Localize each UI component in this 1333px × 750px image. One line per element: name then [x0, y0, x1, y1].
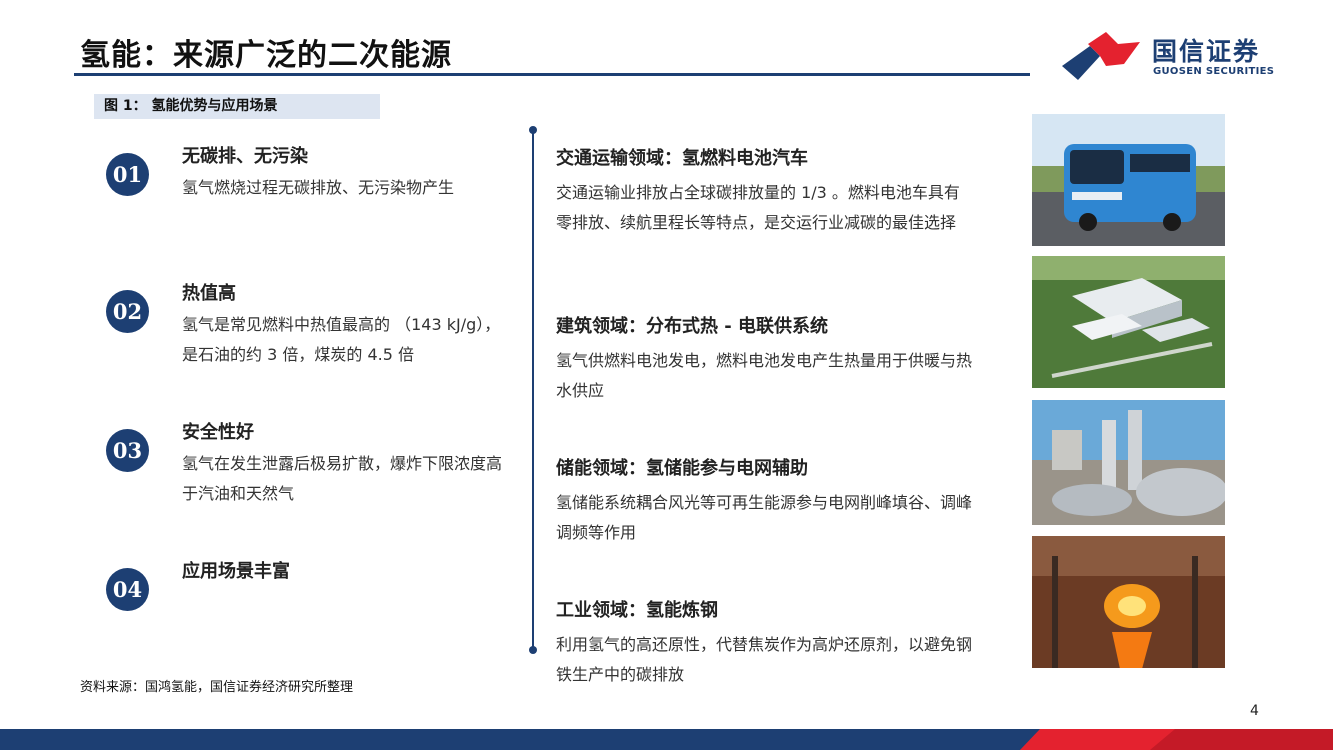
- application-title: 交通运输领域：氢燃料电池汽车: [556, 148, 808, 169]
- advantage-number-badge: 01: [106, 153, 149, 196]
- application-description: 氢气供燃料电池发电，燃料电池发电产生热量用于供暖与热水供应: [556, 351, 973, 400]
- title-underline: [74, 73, 1030, 76]
- divider-top-dot: [529, 126, 537, 134]
- logo-name-en: GUOSEN SECURITIES: [1153, 66, 1275, 77]
- advantage-description: 氢气是常见燃料中热值最高的 （143 kJ/g）， 是石油的约 3 倍，煤炭的 …: [182, 315, 501, 364]
- advantage-number-badge: 02: [106, 290, 149, 333]
- advantage-title: 应用场景丰富: [182, 561, 290, 582]
- application-title: 建筑领域：分布式热 - 电联供系统: [556, 316, 829, 337]
- application-title: 工业领域：氢能炼钢: [556, 600, 718, 621]
- storage-tank-photo: [1032, 400, 1225, 532]
- company-logo: 国信证券 GUOSEN SECURITIES: [1060, 30, 1274, 82]
- application-item: 储能领域：氢储能参与电网辅助 氢储能系统耦合风光等可再生能源参与电网削峰填谷、调…: [556, 456, 976, 548]
- page-title: 氢能：来源广泛的二次能源: [80, 38, 452, 73]
- application-description: 利用氢气的高还原性，代替焦炭作为高炉还原剂，以避免钢铁生产中的碳排放: [556, 635, 973, 684]
- source-note: 资料来源：国鸿氢能，国信证券经济研究所整理: [80, 680, 354, 695]
- steelmaking-photo: [1032, 536, 1225, 668]
- figure-label: 图 1： 氢能优势与应用场景: [94, 94, 380, 119]
- application-item: 交通运输领域：氢燃料电池汽车 交通运输业排放占全球碳排放量的 1/3 。燃料电池…: [556, 146, 976, 238]
- logo-name-cn: 国信证券: [1152, 37, 1261, 66]
- guosen-logo-icon: [1062, 32, 1140, 80]
- advantage-title: 热值高: [182, 283, 236, 304]
- vertical-divider: [532, 130, 534, 650]
- advantage-number-badge: 04: [106, 568, 149, 611]
- application-description: 氢储能系统耦合风光等可再生能源参与电网削峰填谷、调峰调频等作用: [556, 493, 973, 542]
- advantage-description: 氢气燃烧过程无碳排放、无污染物产生: [182, 178, 455, 197]
- advantage-title: 无碳排、无污染: [182, 146, 308, 167]
- advantage-title: 安全性好: [182, 422, 254, 443]
- bus-photo: [1032, 114, 1225, 246]
- application-item: 建筑领域：分布式热 - 电联供系统 氢气供燃料电池发电，燃料电池发电产生热量用于…: [556, 314, 976, 406]
- advantage-number-badge: 03: [106, 429, 149, 472]
- building-aerial-photo: [1032, 256, 1225, 388]
- page-number: 4: [1250, 703, 1259, 719]
- application-description: 交通运输业排放占全球碳排放量的 1/3 。燃料电池车具有 零排放、续航里程长等特…: [556, 183, 960, 232]
- footer-band: [0, 729, 1333, 750]
- application-title: 储能领域：氢储能参与电网辅助: [556, 458, 808, 479]
- advantage-description: 氢气在发生泄露后极易扩散，爆炸下限浓度高于汽油和天然气: [182, 454, 503, 503]
- divider-bottom-dot: [529, 646, 537, 654]
- application-item: 工业领域：氢能炼钢 利用氢气的高还原性，代替焦炭作为高炉还原剂，以避免钢铁生产中…: [556, 598, 976, 690]
